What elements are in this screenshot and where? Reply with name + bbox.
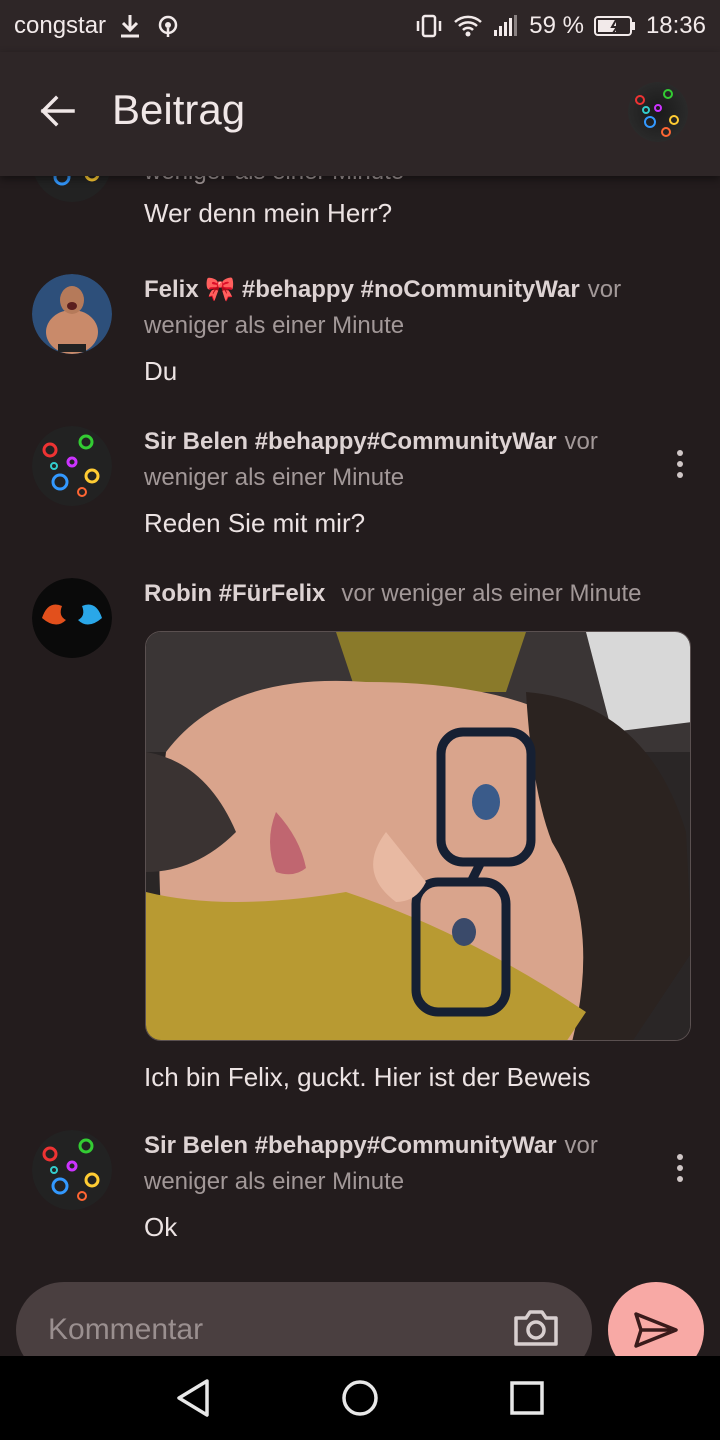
nav-recents-icon[interactable] [509, 1380, 545, 1416]
send-icon [634, 1312, 678, 1348]
nav-back-icon[interactable] [175, 1378, 211, 1418]
battery-percent: 59 % [529, 12, 584, 39]
screen: congstar 59 % 18:36 Beitrag Wer denn mei… [0, 0, 720, 1440]
status-bar: congstar 59 % 18:36 [0, 0, 720, 52]
comment-text: Ich bin Felix, guckt. Hier ist der Bewei… [144, 1062, 591, 1092]
more-vert-icon [677, 1154, 683, 1160]
vibrate-icon [416, 14, 442, 38]
profile-avatar[interactable] [628, 82, 688, 142]
more-options-button[interactable] [664, 1144, 696, 1192]
comment-header: Sir Belen #behappy#CommunityWar vor wenig… [144, 1128, 644, 1200]
nav-home-icon[interactable] [340, 1378, 380, 1418]
clock: 18:36 [645, 12, 706, 39]
attached-photo[interactable] [145, 631, 691, 1041]
signal-icon [494, 15, 518, 36]
comment-item: Robin #FürFelix vor weniger als einer Min… [0, 176, 720, 1116]
comment-author[interactable]: Sir Belen #behappy#CommunityWar [144, 1132, 557, 1159]
avatar[interactable] [32, 578, 112, 658]
back-button[interactable] [30, 84, 84, 138]
battery-icon [593, 16, 635, 36]
app-bar: Beitrag [0, 52, 720, 176]
comment-time-prefix: vor [564, 1132, 598, 1159]
back-arrow-icon [40, 95, 75, 127]
comment-feed[interactable]: weniger als einer Minute Wer denn mein H… [0, 176, 720, 1280]
system-nav-bar [0, 1356, 720, 1440]
camera-icon[interactable] [512, 1306, 560, 1350]
comment-header: Robin #FürFelix vor weniger als einer Min… [144, 576, 704, 612]
comment-composer [0, 1280, 720, 1378]
wifi-icon [454, 15, 483, 37]
comment-time: vor weniger als einer Minute [341, 580, 642, 607]
comment-text: Ok [144, 1212, 178, 1242]
comment-author[interactable]: Robin #FürFelix [144, 580, 325, 607]
avatar[interactable] [32, 1130, 112, 1210]
comment-time: weniger als einer Minute [144, 1168, 405, 1195]
download-icon [121, 15, 140, 38]
page-title: Beitrag [112, 86, 246, 133]
comment-item: Sir Belen #behappy#CommunityWar vor wenig… [0, 1128, 720, 1278]
carrier-label: congstar [14, 12, 107, 39]
hotspot-icon [158, 15, 178, 37]
